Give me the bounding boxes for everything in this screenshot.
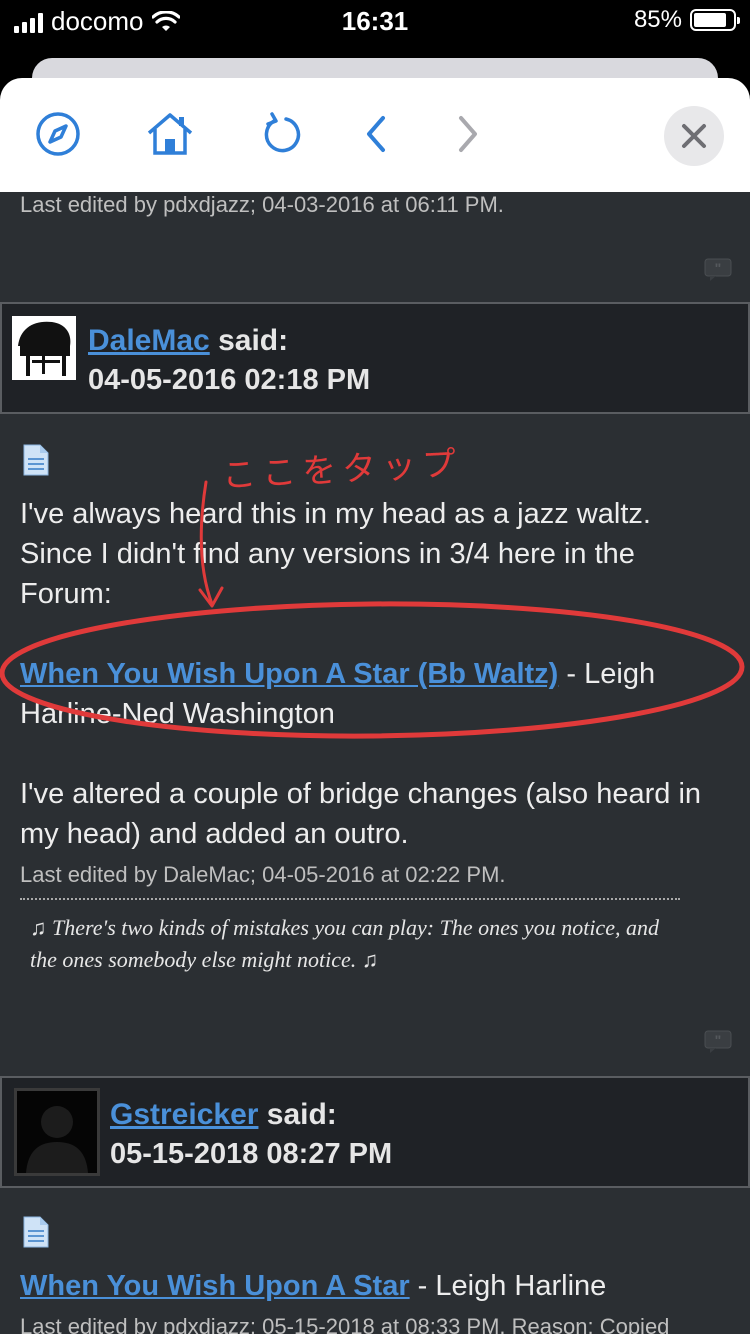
post-body: I've altered a couple of bridge changes … bbox=[20, 778, 702, 850]
compass-icon[interactable] bbox=[30, 106, 86, 162]
avatar[interactable] bbox=[12, 316, 76, 380]
post-date: 05-15-2018 08:27 PM bbox=[110, 1138, 393, 1170]
song-credit: - Leigh Harline bbox=[409, 1270, 607, 1302]
said-label: said: bbox=[218, 324, 289, 357]
avatar[interactable] bbox=[14, 1088, 100, 1176]
reload-icon[interactable] bbox=[254, 106, 310, 162]
battery-icon bbox=[690, 9, 740, 31]
status-bar: docomo 16:31 85% bbox=[0, 0, 750, 44]
annotation-text: ここをタップ bbox=[221, 443, 464, 497]
post-link-line: When You Wish Upon A Star - Leigh Harlin… bbox=[20, 1266, 740, 1306]
prev-edit-note: Last edited by pdxdjazz; 04-03-2016 at 0… bbox=[20, 192, 504, 217]
browser-toolbar bbox=[0, 78, 750, 192]
battery-percent: 85% bbox=[633, 6, 682, 33]
post-username[interactable]: Gstreicker bbox=[110, 1098, 258, 1131]
quote-icon[interactable]: " bbox=[704, 258, 732, 282]
svg-text:": " bbox=[715, 260, 722, 276]
document-icon bbox=[23, 1216, 49, 1248]
svg-text:": " bbox=[715, 1032, 722, 1048]
document-icon bbox=[23, 444, 49, 476]
signature-divider bbox=[20, 898, 680, 900]
post-link-line: When You Wish Upon A Star (Bb Waltz) - L… bbox=[20, 654, 740, 734]
thread-content: Last edited by pdxdjazz; 04-03-2016 at 0… bbox=[0, 192, 750, 1334]
signature: ♫ There's two kinds of mistakes you can … bbox=[30, 915, 659, 972]
home-icon[interactable] bbox=[142, 106, 198, 162]
post-intro: I've always heard this in my head as a j… bbox=[20, 498, 651, 610]
said-label: said: bbox=[266, 1098, 337, 1131]
song-link[interactable]: When You Wish Upon A Star (Bb Waltz) bbox=[20, 658, 558, 690]
forward-icon[interactable] bbox=[440, 106, 496, 162]
back-icon[interactable] bbox=[348, 106, 404, 162]
post-header: Gstreicker said: 05-15-2018 08:27 PM bbox=[0, 1076, 750, 1188]
post-edit-note: Last edited by pdxdjazz; 05-15-2018 at 0… bbox=[20, 1314, 670, 1334]
post-date: 04-05-2016 02:18 PM bbox=[88, 364, 371, 396]
song-link[interactable]: When You Wish Upon A Star bbox=[20, 1270, 410, 1302]
post-header: DaleMac said: 04-05-2016 02:18 PM bbox=[0, 302, 750, 414]
post-edit-note: Last edited by DaleMac; 04-05-2016 at 02… bbox=[20, 862, 506, 887]
quote-icon[interactable]: " bbox=[704, 1030, 732, 1054]
post-username[interactable]: DaleMac bbox=[88, 324, 210, 357]
close-icon[interactable] bbox=[664, 106, 724, 166]
